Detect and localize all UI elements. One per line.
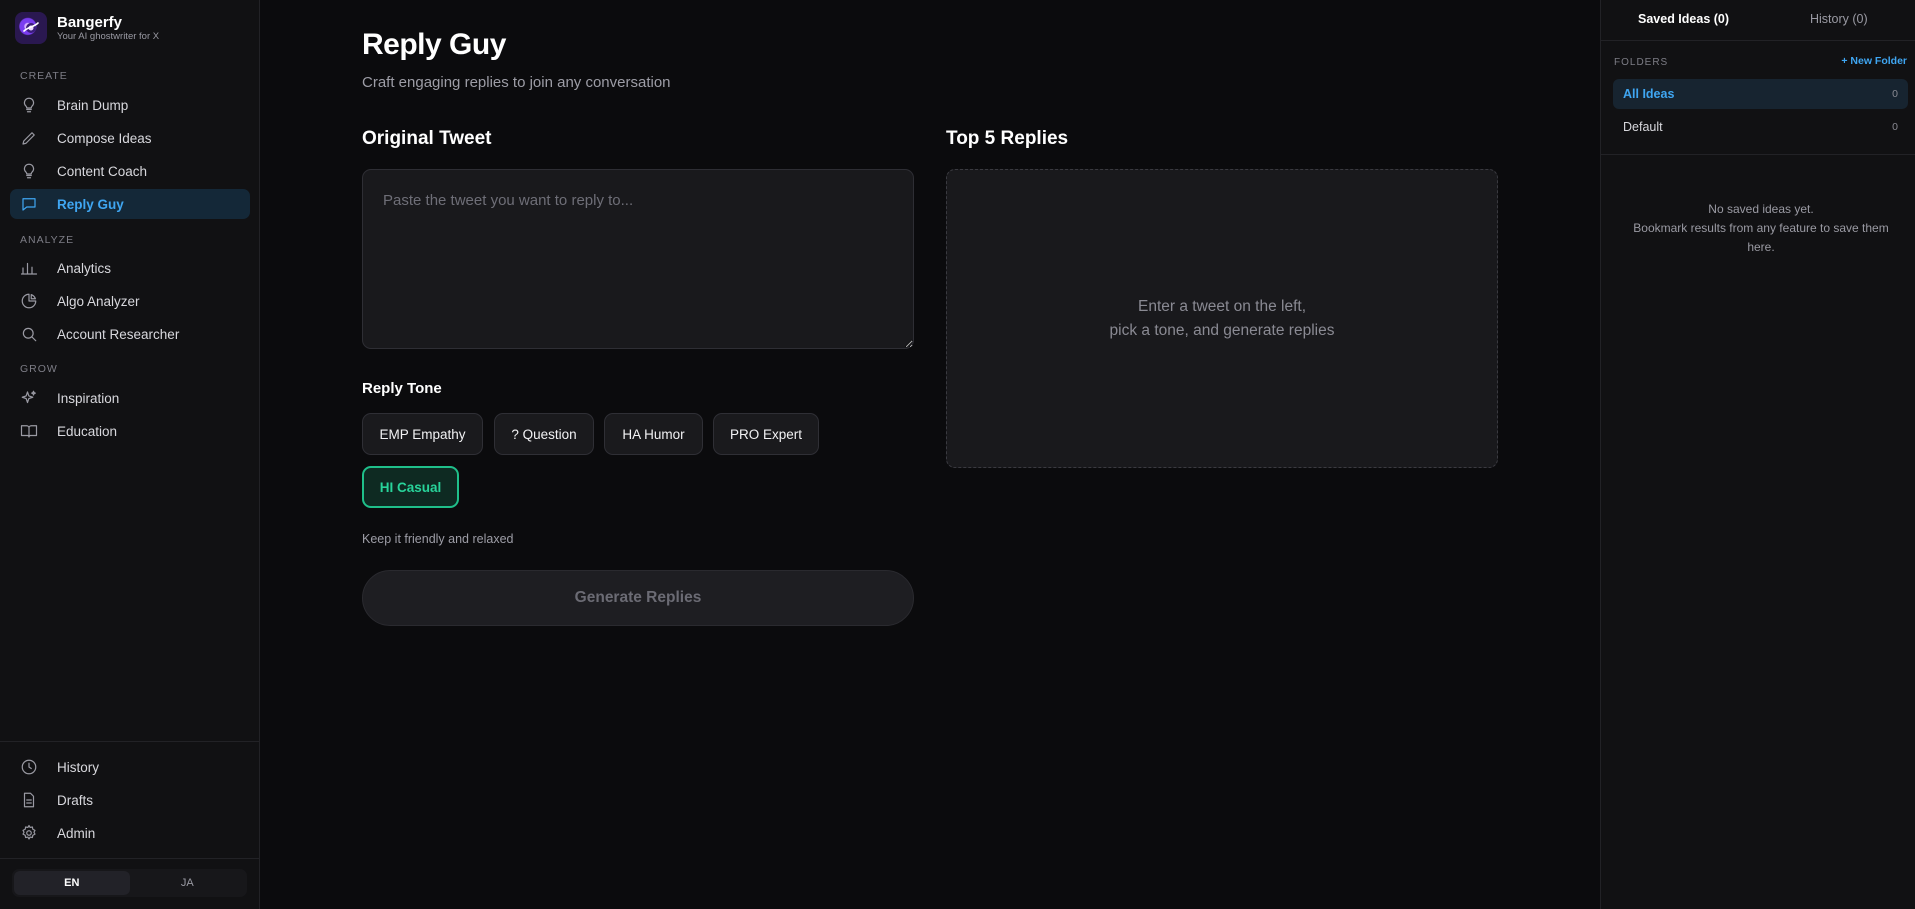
sidebar-item-label: Analytics (57, 260, 112, 276)
sidebar-item-label: Education (57, 423, 118, 439)
bulb-icon (20, 162, 38, 180)
tone-casual-button[interactable]: HI Casual (362, 466, 459, 508)
sidebar-item-history[interactable]: History (10, 752, 250, 782)
tone-question-button[interactable]: ? Question (494, 413, 594, 455)
saved-ideas-empty-state: No saved ideas yet. Bookmark results fro… (1621, 200, 1901, 257)
language-toggle: EN JA (12, 869, 247, 897)
top-replies-heading: Top 5 Replies (946, 128, 1069, 149)
sidebar-item-label: Compose Ideas (57, 130, 152, 146)
folder-name: Default (1623, 120, 1663, 134)
original-tweet-heading: Original Tweet (362, 128, 492, 149)
language-en-button[interactable]: EN (14, 871, 130, 895)
section-label-analyze: ANALYZE (20, 234, 75, 246)
sidebar-item-label: Content Coach (57, 163, 148, 179)
sidebar-item-label: Reply Guy (57, 196, 124, 212)
document-icon (20, 791, 38, 809)
brand-name: Bangerfy (57, 13, 123, 31)
empty-state-line-1: No saved ideas yet. (1708, 202, 1814, 216)
empty-state-line-2: Bookmark results from any feature to sav… (1633, 221, 1889, 254)
sidebar-item-education[interactable]: Education (10, 416, 250, 446)
sidebar-item-label: Algo Analyzer (57, 293, 140, 309)
tone-empathy-button[interactable]: EMP Empathy (362, 413, 483, 455)
sidebar-item-brain-dump[interactable]: Brain Dump (10, 90, 250, 120)
sidebar-item-label: History (57, 759, 100, 775)
lightbulb-icon (20, 96, 38, 114)
sidebar-item-account-researcher[interactable]: Account Researcher (10, 319, 250, 349)
brand[interactable]: Bangerfy Your AI ghostwriter for X (15, 12, 159, 44)
bar-chart-icon (20, 259, 38, 277)
sidebar-item-label: Account Researcher (57, 326, 180, 342)
tab-saved-ideas[interactable]: Saved Ideas (0) (1638, 12, 1729, 26)
new-folder-button[interactable]: + New Folder (1841, 55, 1907, 67)
search-icon (20, 325, 38, 343)
sidebar: Bangerfy Your AI ghostwriter for X CREAT… (0, 0, 260, 909)
reply-tone-heading: Reply Tone (362, 380, 442, 397)
folders-label: FOLDERS (1614, 57, 1669, 68)
folder-count: 0 (1892, 121, 1898, 133)
brand-tagline: Your AI ghostwriter for X (57, 30, 160, 42)
page-title: Reply Guy (362, 28, 506, 61)
bangerfy-logo-icon (15, 12, 47, 44)
original-tweet-input[interactable] (362, 169, 914, 349)
gear-icon (20, 824, 38, 842)
sidebar-item-label: Inspiration (57, 390, 120, 406)
panel-divider (1601, 154, 1915, 155)
panel-divider (1601, 40, 1915, 41)
pie-chart-icon (20, 292, 38, 310)
section-label-grow: GROW (20, 363, 58, 375)
language-ja-button[interactable]: JA (130, 871, 246, 895)
pencil-icon (20, 129, 38, 147)
sidebar-item-label: Brain Dump (57, 97, 129, 113)
folder-count: 0 (1892, 88, 1898, 100)
book-icon (20, 422, 38, 440)
tab-history[interactable]: History (0) (1810, 12, 1868, 26)
chat-bubble-icon (20, 195, 38, 213)
sparkles-icon (20, 389, 38, 407)
replies-empty-line-1: Enter a tweet on the left, (1137, 297, 1307, 315)
sidebar-item-admin[interactable]: Admin (10, 818, 250, 848)
sidebar-item-analytics[interactable]: Analytics (10, 253, 250, 283)
sidebar-item-algo-analyzer[interactable]: Algo Analyzer (10, 286, 250, 316)
sidebar-item-compose-ideas[interactable]: Compose Ideas (10, 123, 250, 153)
replies-empty-line-2: pick a tone, and generate replies (1109, 321, 1335, 339)
section-label-create: CREATE (20, 70, 68, 82)
sidebar-item-inspiration[interactable]: Inspiration (10, 383, 250, 413)
page-subtitle: Craft engaging replies to join any conve… (362, 74, 671, 91)
sidebar-divider (0, 858, 260, 859)
sidebar-divider (0, 741, 260, 742)
sidebar-item-reply-guy[interactable]: Reply Guy (10, 189, 250, 219)
tone-expert-button[interactable]: PRO Expert (713, 413, 819, 455)
sidebar-item-label: Drafts (57, 792, 94, 808)
generate-replies-button[interactable]: Generate Replies (362, 570, 914, 626)
tone-description: Keep it friendly and relaxed (362, 532, 514, 546)
folder-all-ideas[interactable]: All Ideas 0 (1613, 79, 1908, 109)
clock-icon (20, 758, 38, 776)
folder-default[interactable]: Default 0 (1613, 112, 1908, 142)
saved-ideas-panel: Saved Ideas (0) History (0) FOLDERS + Ne… (1600, 0, 1915, 909)
sidebar-item-label: Admin (57, 825, 96, 841)
sidebar-item-drafts[interactable]: Drafts (10, 785, 250, 815)
replies-empty-state: Enter a tweet on the left, pick a tone, … (946, 169, 1498, 468)
folder-name: All Ideas (1623, 87, 1675, 101)
sidebar-item-content-coach[interactable]: Content Coach (10, 156, 250, 186)
tone-humor-button[interactable]: HA Humor (604, 413, 703, 455)
